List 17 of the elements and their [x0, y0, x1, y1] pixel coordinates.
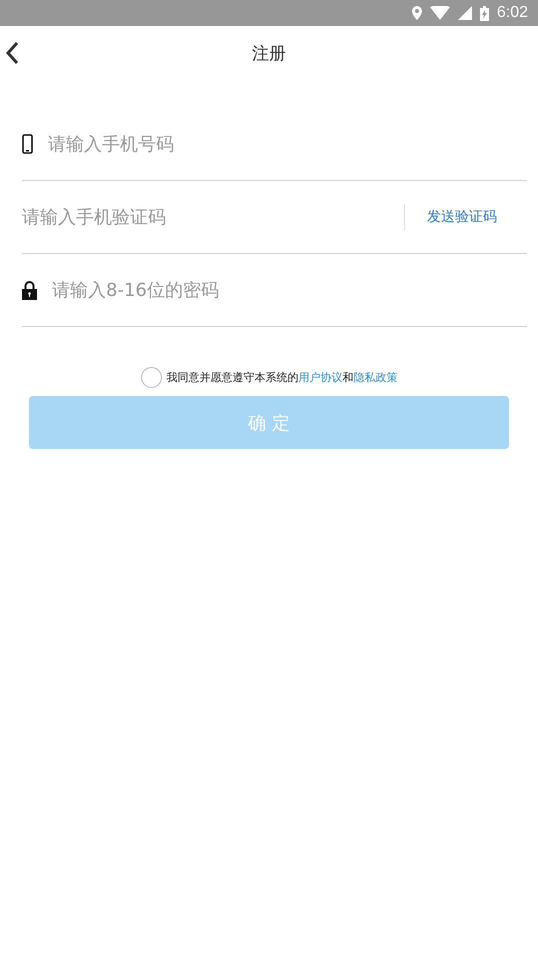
wifi-icon — [430, 6, 450, 20]
signal-icon — [458, 6, 472, 20]
back-icon[interactable] — [5, 41, 19, 65]
input-field[interactable]: 请输入8-16位的密码 — [52, 280, 527, 300]
privacy-policy-link[interactable]: 隐私政策 — [354, 371, 398, 384]
phone-icon — [22, 134, 33, 154]
agree-checkbox[interactable] — [140, 367, 162, 388]
battery-icon — [480, 6, 489, 20]
location-icon — [412, 6, 422, 20]
send-code-link[interactable]: 发送验证码 — [404, 204, 527, 230]
user-agreement-link[interactable]: 用户协议 — [298, 371, 342, 384]
page-title: 注册 — [252, 42, 286, 64]
lock-icon — [22, 280, 37, 300]
input-field[interactable]: 请输入手机号码 — [48, 134, 527, 154]
agreement-text: 我同意并愿意遵守本系统的用户协议和隐私政策 — [166, 370, 398, 385]
status-time: 6:02 — [496, 4, 528, 22]
input-field[interactable]: 请输入手机验证码 — [22, 206, 404, 228]
